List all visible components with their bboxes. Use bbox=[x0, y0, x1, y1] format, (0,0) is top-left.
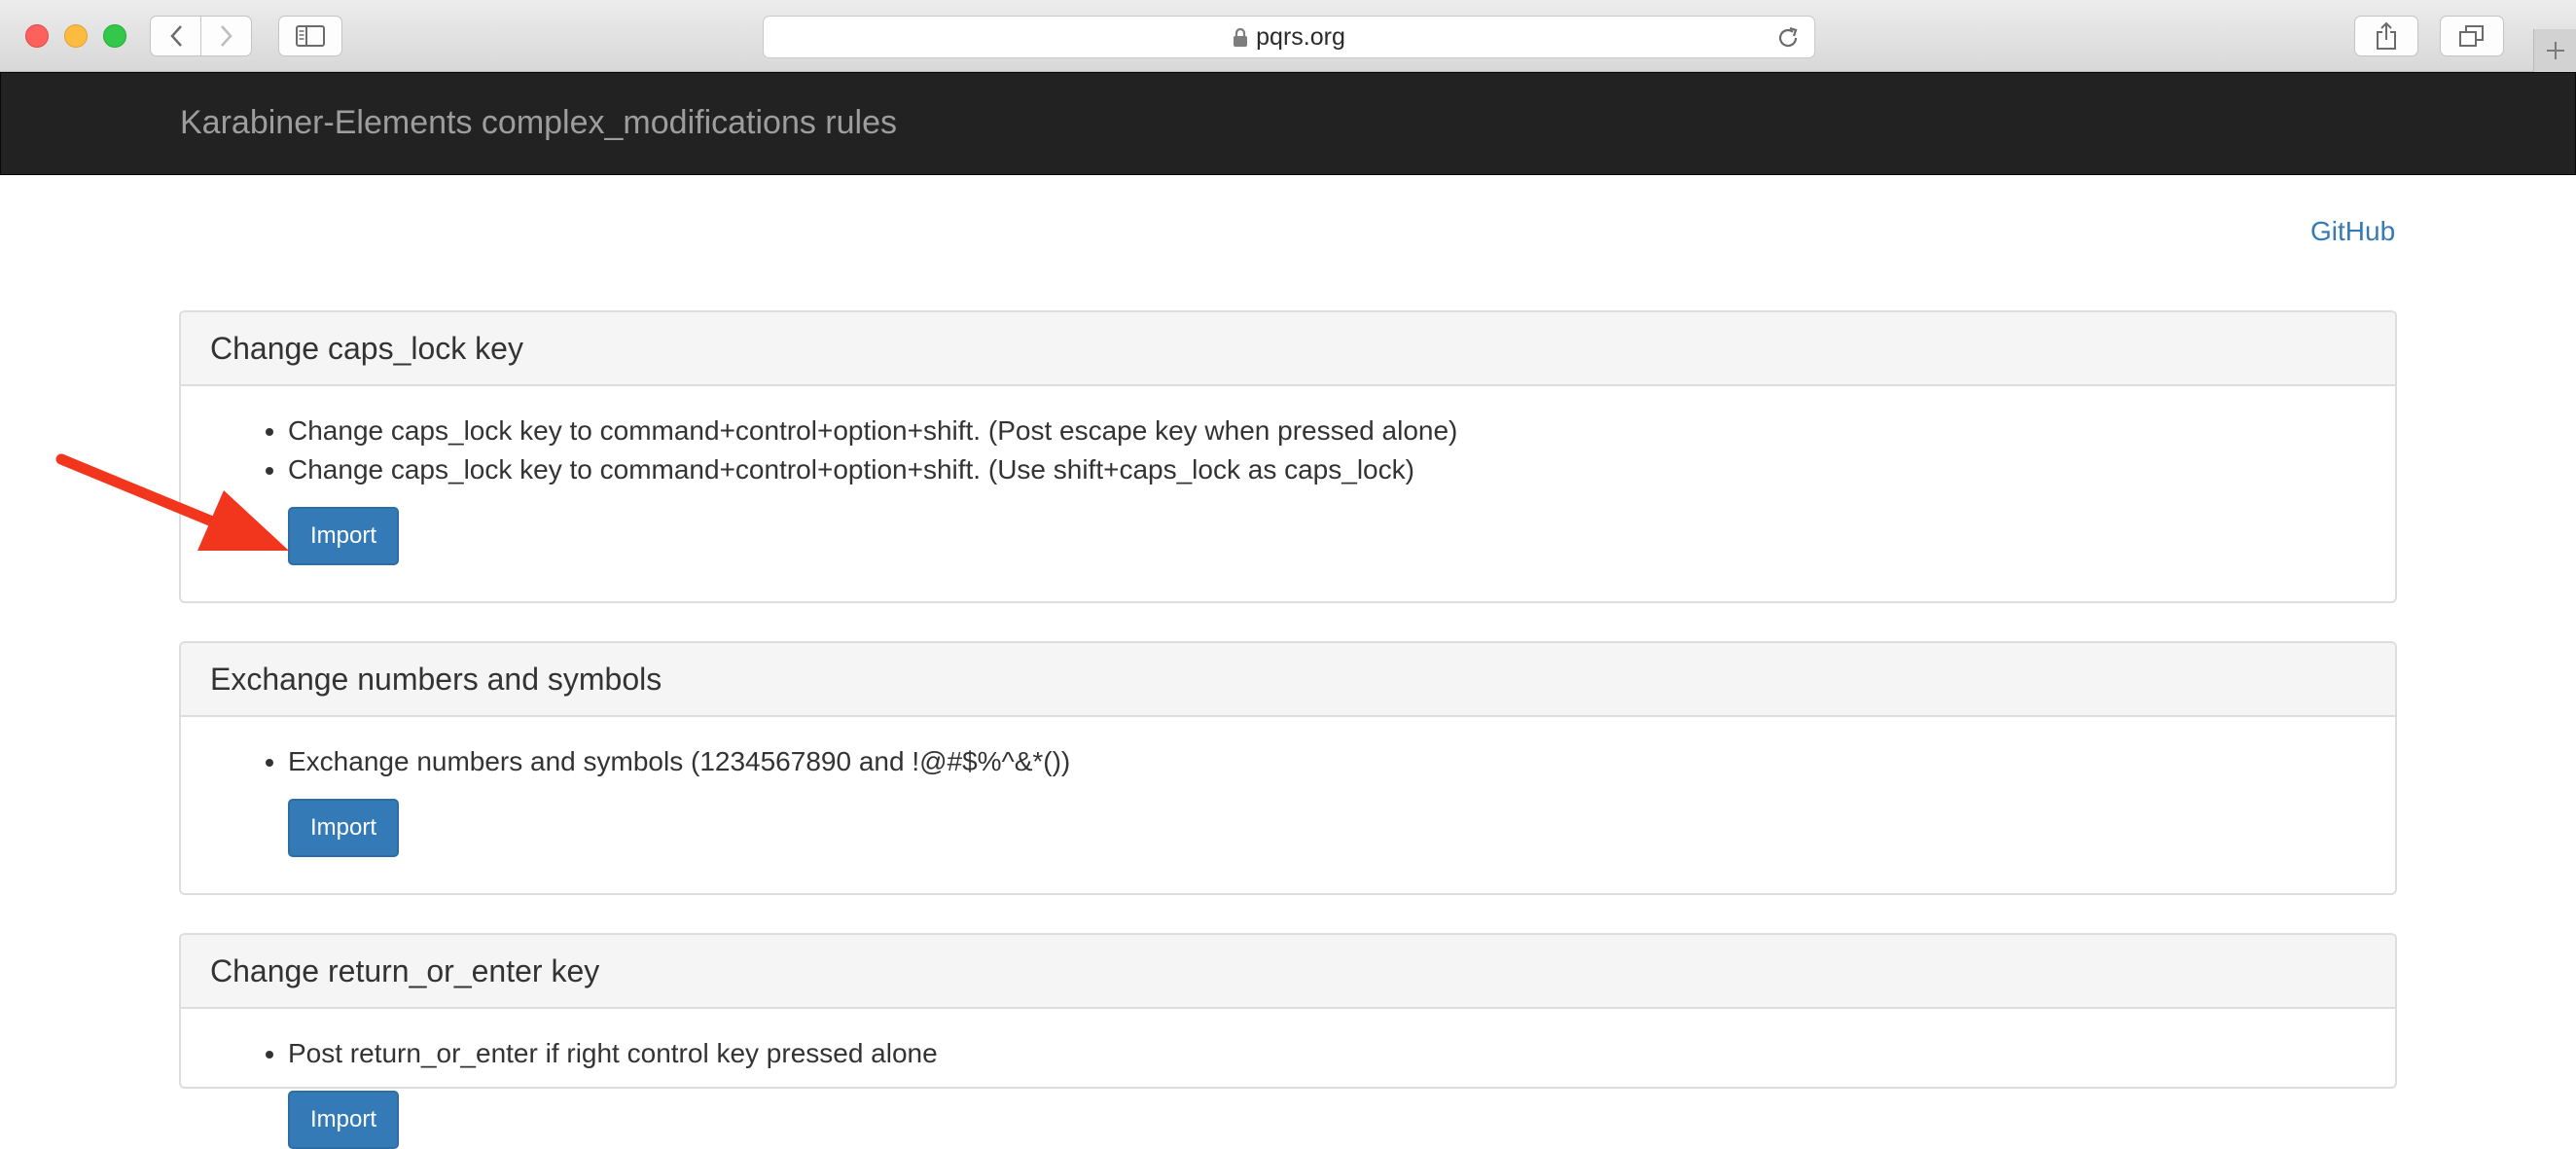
rule-item: Post return_or_enter if right control ke… bbox=[288, 1034, 2366, 1073]
share-button[interactable] bbox=[2354, 16, 2418, 56]
new-tab-button[interactable] bbox=[2533, 29, 2576, 72]
rule-panel-numbers-symbols: Exchange numbers and symbols Exchange nu… bbox=[179, 641, 2397, 895]
panel-title: Change return_or_enter key bbox=[181, 935, 2395, 1009]
annotation-arrow-icon bbox=[55, 453, 289, 551]
panel-title: Change caps_lock key bbox=[181, 312, 2395, 386]
site-navbar: Karabiner-Elements complex_modifications… bbox=[0, 72, 2576, 175]
panel-body: Post return_or_enter if right control ke… bbox=[181, 1009, 2395, 1149]
back-button[interactable] bbox=[150, 16, 201, 56]
address-bar[interactable]: pqrs.org bbox=[763, 16, 1815, 58]
rule-item: Change caps_lock key to command+control+… bbox=[288, 450, 2366, 489]
zoom-window-button[interactable] bbox=[103, 24, 126, 48]
forward-icon bbox=[220, 25, 233, 47]
github-link[interactable]: GitHub bbox=[2310, 216, 2395, 247]
url-text: pqrs.org bbox=[1256, 22, 1345, 51]
forward-button[interactable] bbox=[200, 16, 252, 56]
rule-item: Change caps_lock key to command+control+… bbox=[288, 412, 2366, 450]
sidebar-button[interactable] bbox=[278, 16, 342, 56]
share-icon bbox=[2377, 21, 2396, 50]
sidebar-icon bbox=[296, 25, 325, 47]
panel-body: Exchange numbers and symbols (1234567890… bbox=[181, 717, 2395, 857]
browser-toolbar: pqrs.org bbox=[0, 0, 2576, 72]
rule-panel-caps-lock: Change caps_lock key Change caps_lock ke… bbox=[179, 310, 2397, 603]
rule-list: Change caps_lock key to command+control+… bbox=[210, 412, 2366, 489]
minimize-window-button[interactable] bbox=[64, 24, 88, 48]
new-tab-icon bbox=[2546, 42, 2564, 59]
lock-icon bbox=[1234, 27, 1248, 47]
panel-title: Exchange numbers and symbols bbox=[181, 643, 2395, 717]
import-button[interactable]: Import bbox=[288, 1091, 399, 1149]
history-nav bbox=[150, 16, 253, 56]
reload-icon[interactable] bbox=[1775, 25, 1801, 51]
back-icon bbox=[169, 25, 182, 47]
rule-item: Exchange numbers and symbols (1234567890… bbox=[288, 742, 2366, 781]
close-window-button[interactable] bbox=[25, 24, 49, 48]
import-button[interactable]: Import bbox=[288, 799, 399, 857]
tabs-icon bbox=[2459, 25, 2484, 47]
panel-body: Change caps_lock key to command+control+… bbox=[181, 386, 2395, 565]
rule-panel-return-enter: Change return_or_enter key Post return_o… bbox=[179, 933, 2397, 1149]
rule-list: Post return_or_enter if right control ke… bbox=[210, 1034, 2366, 1073]
show-tabs-button[interactable] bbox=[2440, 16, 2504, 56]
rule-list: Exchange numbers and symbols (1234567890… bbox=[210, 742, 2366, 781]
address-display: pqrs.org bbox=[764, 17, 1814, 57]
site-brand[interactable]: Karabiner-Elements complex_modifications… bbox=[180, 104, 897, 142]
